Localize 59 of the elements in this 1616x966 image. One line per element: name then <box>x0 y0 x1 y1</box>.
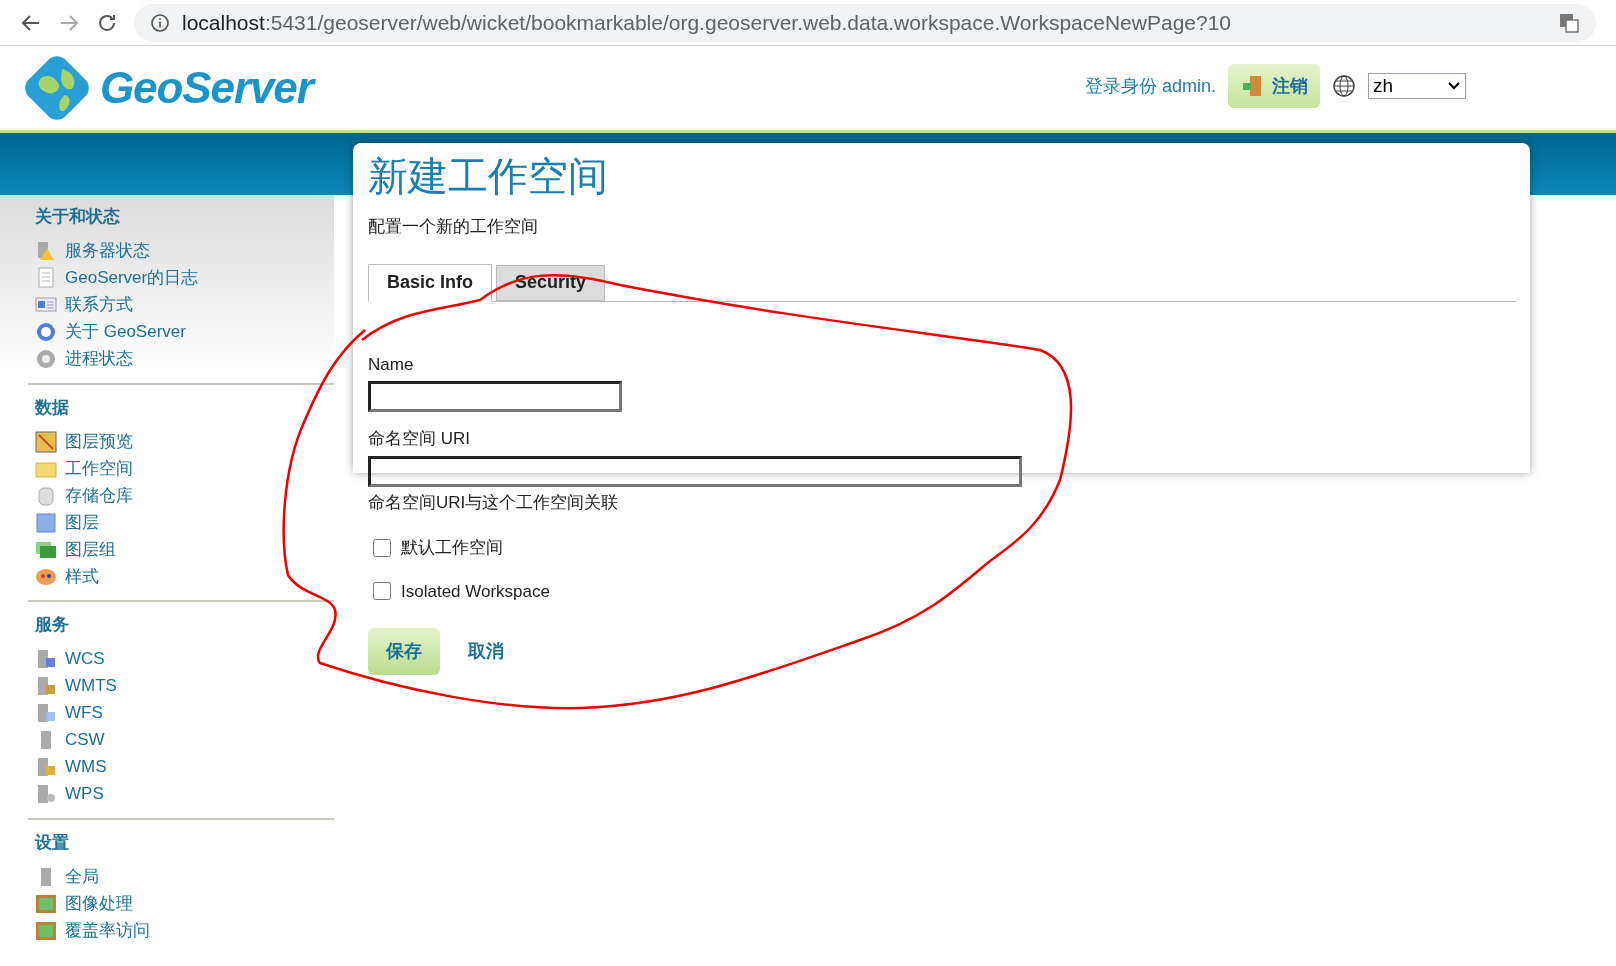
input-field[interactable] <box>368 455 1022 487</box>
field-label: Name <box>368 353 415 376</box>
section-heading: 服务 <box>34 614 70 636</box>
document-icon <box>35 267 57 289</box>
address-bar[interactable]: localhost:5431/geoserver/web/wicket/bookmarkable/org.geoserver.web.data.workspace.WorkspaceNewPage?10 <box>134 3 1596 42</box>
logout-button[interactable]: 注销 <box>1228 64 1320 108</box>
map-icon <box>35 430 57 453</box>
cancel-link[interactable]: 取消 <box>468 638 504 665</box>
checkbox-label: Isolated Workspace <box>401 580 550 603</box>
sidebar-link[interactable]: 图层预览 <box>65 428 133 455</box>
sidebar-link[interactable]: 全局 <box>65 863 99 890</box>
page-title: 新建工作空间 <box>368 153 609 200</box>
door-icon <box>1240 74 1264 98</box>
sidebar-link[interactable]: GeoServer的日志 <box>65 265 199 291</box>
section-heading: 关于和状态 <box>34 206 121 228</box>
sidebar-link[interactable]: 图像处理 <box>65 890 133 917</box>
sidebar-link[interactable]: WCS <box>65 646 105 672</box>
globe-icon <box>1332 74 1356 98</box>
checkbox[interactable] <box>373 582 391 601</box>
server-icon <box>35 702 57 724</box>
sidebar-link[interactable]: WMS <box>65 754 107 780</box>
page-description: 配置一个新的工作空间 <box>368 216 539 238</box>
save-button[interactable]: 保存 <box>368 628 440 675</box>
server-icon <box>35 675 57 697</box>
server-icon <box>35 783 57 805</box>
sidebar-link[interactable]: 服务器状态 <box>65 238 150 264</box>
checkbox[interactable] <box>373 538 391 557</box>
login-status: 登录身份 admin. <box>1084 74 1216 98</box>
section-heading: 数据 <box>34 396 70 419</box>
sidebar-link[interactable]: 覆盖率访问 <box>65 917 150 944</box>
tab[interactable]: Basic Info <box>368 263 493 302</box>
sidebar-link[interactable]: 关于 GeoServer <box>65 319 186 345</box>
sidebar-link[interactable]: 存储仓库 <box>65 482 133 509</box>
section-heading: 设置 <box>33 831 70 854</box>
picture-frame-icon <box>35 892 57 915</box>
square-icon <box>35 511 57 534</box>
server-icon <box>35 756 57 778</box>
sidebar-link[interactable]: 工作空间 <box>65 455 133 482</box>
checkbox-label: 默认工作空间 <box>401 537 503 559</box>
sidebar-link[interactable]: 进程状态 <box>65 346 133 372</box>
sidebar-link[interactable]: 图层组 <box>65 536 116 563</box>
picture-frame-icon <box>35 919 57 942</box>
server-warning-icon <box>35 240 57 262</box>
sidebar-link[interactable]: WFS <box>65 700 103 726</box>
info-icon[interactable] <box>150 12 170 33</box>
language-select[interactable]: zh <box>1368 73 1466 99</box>
translate-icon[interactable] <box>1558 11 1580 34</box>
sidebar-link[interactable]: 联系方式 <box>65 292 133 318</box>
input-field[interactable] <box>368 381 622 412</box>
chevron-down-icon <box>1447 81 1461 91</box>
sidebar-link[interactable]: 图层 <box>65 509 99 536</box>
sidebar-link[interactable]: WMTS <box>65 673 117 699</box>
sidebar-link[interactable]: CSW <box>65 727 105 753</box>
help-text: 命名空间URI与这个工作空间关联 <box>368 491 620 514</box>
sidebar-link[interactable]: 样式 <box>65 563 99 590</box>
server-icon <box>35 648 57 670</box>
url-text: localhost:5431/geoserver/web/wicket/bookmarkable/org.geoserver.web.data.workspace.WorkspaceNewPage?10 <box>182 9 1232 36</box>
field-label: 命名空间 URI <box>368 428 471 450</box>
sidebar-link[interactable]: WPS <box>65 781 104 807</box>
